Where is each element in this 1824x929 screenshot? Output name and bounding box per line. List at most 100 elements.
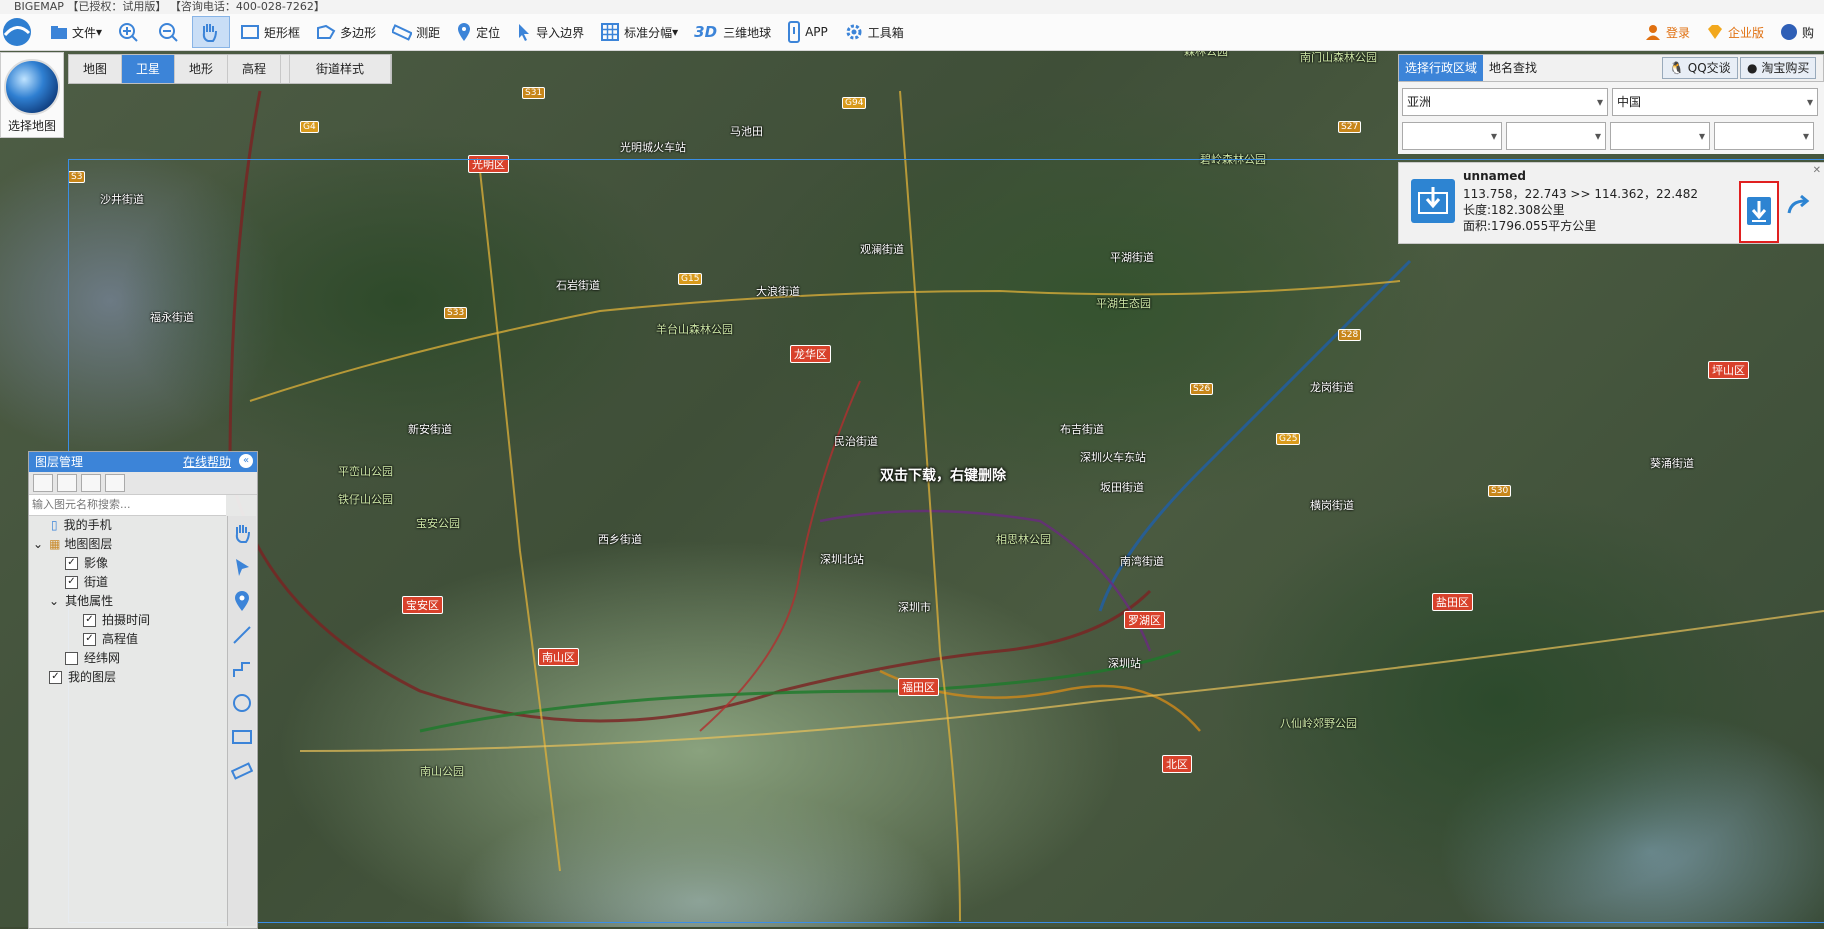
my-layers-checkbox[interactable]: ✓ [49,671,62,684]
tree-label: 其他属性 [65,594,114,608]
imagery-checkbox[interactable]: ✓ [65,557,78,570]
online-help-link[interactable]: 在线帮助 [183,452,231,472]
hand-icon[interactable] [231,522,253,544]
pointer-icon[interactable] [231,556,253,578]
taobao-buy-label: 淘宝购买 [1761,61,1810,75]
polygon-select-button[interactable]: 多边形 [310,17,382,47]
buy-button[interactable]: 购 [1774,17,1820,47]
selection-length: 长度:182.308公里 [1463,203,1565,217]
taobao-buy-button[interactable]: ● 淘宝购买 [1740,57,1817,79]
line-tool-icon[interactable] [231,624,253,646]
diamond-icon [1707,25,1722,39]
selection-name: unnamed [1463,169,1526,183]
tree-item-streets[interactable]: ✓ 街道 [29,573,227,592]
enterprise-button[interactable]: 企业版 [1700,17,1770,47]
login-button[interactable]: 登录 [1638,17,1696,47]
city-select[interactable] [1506,122,1606,150]
graticule-checkbox[interactable] [65,652,78,665]
toolbox-button[interactable]: 工具箱 [838,17,910,47]
tree-item-my-phone[interactable]: ▯ 我的手机 [29,516,227,535]
download-button[interactable] [1739,181,1779,243]
continent-select[interactable]: 亚洲 [1402,88,1608,116]
map-label-place: 光明城火车站 [620,141,686,154]
rectangle-icon [241,25,260,39]
tree-item-other-properties[interactable]: ⌄ 其他属性 [29,592,227,611]
selection-info-card: unnamed 113.758，22.743 >> 114.362，22.482… [1398,162,1824,244]
collapse-icon[interactable]: « [239,454,253,468]
ruler-tool-icon[interactable] [230,760,254,782]
rectangle-select-button[interactable]: 矩形框 [234,17,306,47]
map-pin-icon [458,23,471,41]
open-folder-icon[interactable] [33,474,53,492]
3d-globe-label: 三维地球 [723,25,772,40]
tree-item-imagery[interactable]: ✓ 影像 [29,554,227,573]
close-icon[interactable]: ✕ [1813,165,1821,176]
locate-label: 定位 [476,25,501,40]
file-menu-button[interactable]: 文件 ▾ [44,17,108,47]
chevron-down-icon: ▾ [672,25,679,39]
tree-item-map-layers[interactable]: ⌄ ▦ 地图图层 [29,535,227,554]
locate-button[interactable]: 定位 [450,17,506,47]
title-bar: BIGEMAP 【已授权：试用版】 【咨询电话：400-028-7262】 [0,0,1824,14]
share-button[interactable] [1783,193,1813,217]
rectangle-tool-icon[interactable] [231,726,253,748]
map-type-elevation[interactable]: 高程 [228,55,281,83]
measure-label: 测距 [416,25,441,40]
capture-time-checkbox[interactable]: ✓ [83,614,96,627]
district-select[interactable] [1610,122,1710,150]
zoom-out-button[interactable] [152,17,188,47]
circle-tool-icon[interactable] [231,692,253,714]
search-icon[interactable] [105,474,125,492]
ruler-icon [392,24,413,41]
map-pin-icon[interactable] [231,590,253,612]
tree-label: 拍摄时间 [102,613,151,627]
standard-sheet-button[interactable]: 标准分幅 ▾ [594,17,684,47]
import-boundary-button[interactable]: 导入边界 [510,17,590,47]
map-label-place: 马池田 [730,125,763,138]
tab-place-search[interactable]: 地名查找 [1483,55,1543,81]
map-type-satellite[interactable]: 卫星 [122,55,175,83]
streets-checkbox[interactable]: ✓ [65,576,78,589]
tree-item-graticule[interactable]: 经纬网 [29,649,227,668]
pan-hand-button[interactable] [192,16,231,48]
layers-icon: ▦ [49,537,61,551]
tree-item-my-layers[interactable]: ✓ 我的图层 [29,668,227,687]
polyline-tool-icon[interactable] [231,658,253,680]
country-select[interactable]: 中国 [1612,88,1818,116]
settings-icon[interactable] [81,474,101,492]
zoom-in-button[interactable] [112,17,148,47]
town-select[interactable] [1714,122,1814,150]
chevron-down-icon: ▾ [96,25,103,39]
map-type-map[interactable]: 地图 [69,55,122,83]
street-style-button[interactable]: 街道样式 [289,55,391,83]
select-map-button[interactable]: 选择地图 [0,52,64,138]
tab-select-admin-region[interactable]: 选择行政区域 [1399,55,1484,81]
qq-icon: 🐧 [1669,61,1684,75]
app-button[interactable]: APP [781,17,834,47]
measure-distance-button[interactable]: 测距 [386,17,446,47]
3d-globe-button[interactable]: 3D 三维地球 [688,17,777,47]
chevron-down-icon: ⌄ [49,594,60,608]
layer-tree: ▯ 我的手机 ⌄ ▦ 地图图层 ✓ 影像 ✓ 街道 ⌄ 其他属性 ✓ 拍摄时间 ✓ 高程值 经纬… [29,516,227,687]
tree-item-elevation[interactable]: ✓ 高程值 [29,630,227,649]
region-panel: 选择行政区域 地名查找 🐧 QQ交谈 ● 淘宝购买 亚洲 中国 unnamed … [1398,54,1824,244]
gear-icon [846,24,862,40]
map-type-terrain[interactable]: 地形 [175,55,228,83]
share-arrow-icon [1787,194,1810,214]
selection-rectangle[interactable] [68,159,1824,923]
layer-panel-title: 图层管理 [35,455,84,469]
window-title: BIGEMAP 【已授权：试用版】 【咨询电话：400-028-7262】 [14,0,325,13]
qq-chat-button[interactable]: 🐧 QQ交谈 [1662,57,1738,79]
save-icon[interactable] [57,474,77,492]
elevation-checkbox[interactable]: ✓ [83,633,96,646]
tree-label: 我的手机 [63,518,112,532]
tree-item-capture-time[interactable]: ✓ 拍摄时间 [29,611,227,630]
layer-toolbar [29,472,257,495]
province-select[interactable] [1402,122,1502,150]
highway-shield: S31 [522,87,546,99]
buy-badge-icon [1780,24,1797,40]
park-label: 森林公园 [1184,51,1228,58]
layer-search-input[interactable]: 输入图元名称搜索... [29,495,226,516]
selection-coords: 113.758，22.743 >> 114.362，22.482 [1463,187,1698,201]
folder-icon [51,26,67,39]
